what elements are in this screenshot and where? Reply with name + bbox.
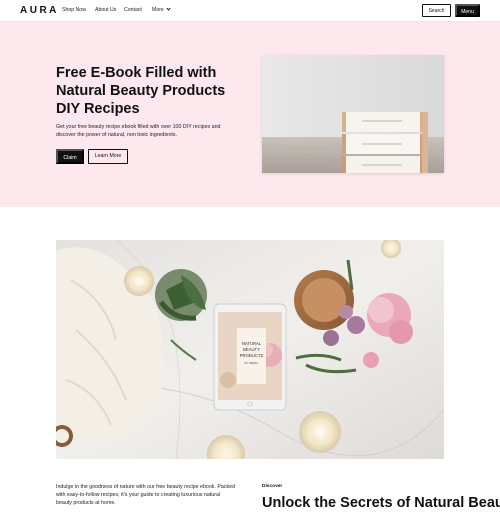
nav-link-contact[interactable]: Contact [124,7,142,13]
hero-section: Free E-Book Filled with Natural Beauty P… [0,22,500,207]
nav-link-shop-now[interactable]: Shop Now [62,7,86,13]
soap-bars-illustration [262,55,444,173]
nav-link-about-us[interactable]: About Us [95,7,116,13]
tablet-cover-title-line-2: BEAUTY [243,347,260,352]
soap-bars-image [262,55,444,173]
intro-paragraph: Indulge in the goodness of nature with o… [56,484,236,506]
search-button[interactable]: Search [422,4,451,17]
section-eyebrow: Discover [262,484,283,489]
tablet-cover-title-line-1: NATURAL [242,341,262,346]
learn-more-button[interactable]: Learn More [88,149,128,164]
top-nav: AURA Shop Now About Us Contact More Sear… [0,0,500,22]
hero-title: Free E-Book Filled with Natural Beauty P… [56,65,226,117]
nav-more-label: More [152,7,164,13]
ebook-flatlay-illustration: NATURAL BEAUTY PRODUCTS BY MEIRG [56,240,444,459]
hero-description: Get your free beauty recipe ebook filled… [56,124,221,138]
logo[interactable]: AURA [20,5,59,16]
section-heading: Unlock the Secrets of Natural Beauty [262,495,500,511]
tablet-cover-title-line-3: PRODUCTS [240,353,264,358]
menu-button[interactable]: Menu [455,4,480,17]
claim-button[interactable]: Claim [56,149,84,164]
nav-more-dropdown[interactable]: More [152,6,171,13]
tablet-cover-byline: BY MEIRG [245,361,259,365]
chevron-down-icon [166,6,171,11]
ebook-flatlay-image: NATURAL BEAUTY PRODUCTS BY MEIRG [56,240,444,459]
